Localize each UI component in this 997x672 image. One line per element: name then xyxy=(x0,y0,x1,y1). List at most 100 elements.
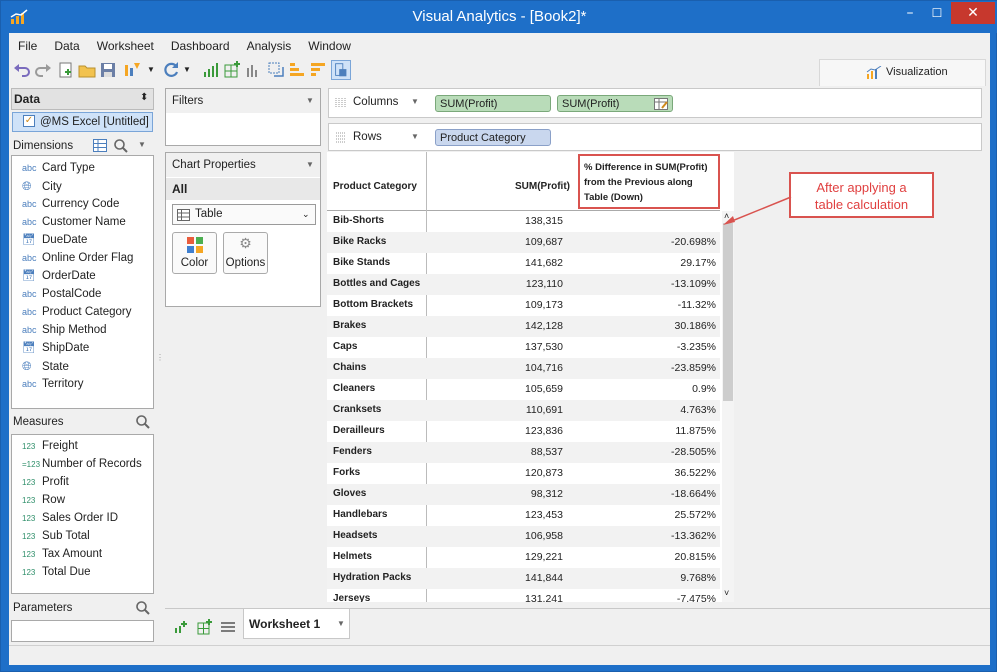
dimension-field[interactable]: abc Territory xyxy=(22,375,84,393)
new-icon[interactable] xyxy=(56,60,76,80)
dimension-field[interactable]: 📅︎ DueDate xyxy=(22,231,87,249)
rows-pill-product-category[interactable]: Product Category xyxy=(435,129,551,146)
sort-descending-icon[interactable] xyxy=(308,60,328,80)
dimension-field[interactable]: 📅︎ ShipDate xyxy=(22,339,89,357)
vertical-scrollbar[interactable]: ˄ ˅ xyxy=(722,211,734,602)
table-row[interactable]: Bottom Brackets 109,173 -11.32% xyxy=(327,295,720,316)
table-row[interactable]: Headsets 106,958 -13.362% xyxy=(327,526,720,547)
save-icon[interactable] xyxy=(98,60,118,80)
chevron-down-icon[interactable]: ▼ xyxy=(337,619,345,628)
redo-icon[interactable] xyxy=(33,60,53,80)
scrollbar-thumb[interactable] xyxy=(723,223,733,401)
menu-analysis[interactable]: Analysis xyxy=(238,37,300,55)
measure-field[interactable]: 123 Freight xyxy=(22,437,78,455)
chart-gray-icon[interactable] xyxy=(243,60,263,80)
filters-panel[interactable]: Filters ▼ xyxy=(165,88,321,146)
title-bar[interactable]: Visual Analytics - [Book2]* – ☐ ✕ xyxy=(1,1,997,33)
header-product-category[interactable]: Product Category xyxy=(333,181,417,192)
table-view-icon[interactable] xyxy=(93,139,107,152)
table-row[interactable]: Chains 104,716 -23.859% xyxy=(327,358,720,379)
measure-field[interactable]: 123 Sales Order ID xyxy=(22,509,118,527)
panel-menu-icon[interactable]: ⬍ xyxy=(140,92,148,103)
show-labels-icon[interactable] xyxy=(331,60,351,80)
visualization-tab[interactable]: Visualization xyxy=(819,59,986,86)
measure-field[interactable]: =123 Number of Records xyxy=(22,455,142,473)
table-row[interactable]: Caps 137,530 -3.235% xyxy=(327,337,720,358)
menu-window[interactable]: Window xyxy=(299,37,359,55)
table-row[interactable]: Bike Stands 141,682 29.17% xyxy=(327,253,720,274)
dimension-field[interactable]: abc Online Order Flag xyxy=(22,249,133,267)
header-percent-difference[interactable]: % Difference in SUM(Profit) from the Pre… xyxy=(578,154,720,209)
table-row[interactable]: Brakes 142,128 30.186% xyxy=(327,316,720,337)
chevron-down-icon[interactable]: ▼ xyxy=(306,96,314,105)
chevron-down-icon[interactable]: ▼ xyxy=(411,97,419,106)
open-folder-icon[interactable] xyxy=(77,60,97,80)
scroll-down-icon[interactable]: ˅ xyxy=(724,588,729,598)
measure-field[interactable]: 123 Total Due xyxy=(22,563,91,581)
bar-chart-icon[interactable] xyxy=(201,60,221,80)
dimension-field[interactable]: abc Product Category xyxy=(22,303,132,321)
sort-ascending-icon[interactable] xyxy=(287,60,307,80)
scope-all[interactable]: All xyxy=(166,178,320,200)
table-row[interactable]: Derailleurs 123,836 11.875% xyxy=(327,421,720,442)
dimension-field[interactable]: abc Ship Method xyxy=(22,321,107,339)
swap-icon[interactable] xyxy=(266,60,286,80)
dimension-field[interactable]: abc PostalCode xyxy=(22,285,101,303)
table-row[interactable]: Bottles and Cages 123,110 -13.109% xyxy=(327,274,720,295)
dimension-field[interactable]: 🌐︎ State xyxy=(22,357,69,375)
table-row[interactable]: Jerseys 131,241 -7.475% xyxy=(327,589,720,602)
measure-field[interactable]: 123 Profit xyxy=(22,473,69,491)
chevron-down-icon[interactable]: ▼ xyxy=(306,160,314,169)
new-dashboard-icon[interactable] xyxy=(197,619,213,635)
table-row[interactable]: Bike Racks 109,687 -20.698% xyxy=(327,232,720,253)
table-row[interactable]: Bib-Shorts 138,315 xyxy=(327,211,720,232)
measure-field[interactable]: 123 Row xyxy=(22,491,65,509)
table-row[interactable]: Forks 120,873 36.522% xyxy=(327,463,720,484)
chevron-down-icon[interactable]: ▼ xyxy=(411,132,419,141)
table-row[interactable]: Cleaners 105,659 0.9% xyxy=(327,379,720,400)
columns-pill-sum-profit[interactable]: SUM(Profit) xyxy=(435,95,551,112)
measure-field[interactable]: 123 Sub Total xyxy=(22,527,90,545)
data-panel-header[interactable]: Data ⬍ xyxy=(11,88,154,110)
checkbox-checked-icon[interactable]: ✓ xyxy=(23,115,35,127)
sheet-tab-worksheet-1[interactable]: Worksheet 1 ▼ xyxy=(243,609,350,639)
chevron-down-icon[interactable]: ▼ xyxy=(147,65,155,74)
chevron-down-icon[interactable]: ▼ xyxy=(183,65,191,74)
table-row[interactable]: Gloves 98,312 -18.664% xyxy=(327,484,720,505)
minimize-button[interactable]: – xyxy=(897,2,923,24)
columns-pill-sum-profit-table-calc[interactable]: SUM(Profit) xyxy=(557,95,673,112)
search-icon[interactable] xyxy=(113,138,129,154)
parameters-list[interactable] xyxy=(11,620,154,642)
search-icon[interactable] xyxy=(135,414,151,430)
data-source-item[interactable]: ✓ @MS Excel [Untitled] xyxy=(12,112,153,132)
options-button[interactable]: ⚙ Options xyxy=(223,232,268,274)
maximize-button[interactable]: ☐ xyxy=(924,2,950,24)
splitter-handle[interactable]: ⋮ xyxy=(156,353,164,362)
rows-shelf[interactable]: Rows ▼ Product Category xyxy=(328,123,982,151)
header-sum-profit[interactable]: SUM(Profit) xyxy=(515,181,570,192)
color-button[interactable]: Color xyxy=(172,232,217,274)
table-row[interactable]: Helmets 129,221 20.815% xyxy=(327,547,720,568)
menu-data[interactable]: Data xyxy=(45,37,87,55)
measure-field[interactable]: 123 Tax Amount xyxy=(22,545,102,563)
table-row[interactable]: Hydration Packs 141,844 9.768% xyxy=(327,568,720,589)
dimension-field[interactable]: 📅︎ OrderDate xyxy=(22,267,96,285)
menu-dashboard[interactable]: Dashboard xyxy=(162,37,238,55)
new-worksheet-icon[interactable] xyxy=(123,60,143,80)
table-row[interactable]: Cranksets 110,691 4.763% xyxy=(327,400,720,421)
dimension-field[interactable]: 🌐︎ City xyxy=(22,177,62,195)
chevron-down-icon[interactable]: ▼ xyxy=(138,140,146,149)
grid-add-icon[interactable] xyxy=(222,60,242,80)
close-button[interactable]: ✕ xyxy=(951,2,995,24)
menu-file[interactable]: File xyxy=(9,37,45,55)
dimension-field[interactable]: abc Customer Name xyxy=(22,213,126,231)
dimension-field[interactable]: abc Card Type xyxy=(22,159,95,177)
sheet-list-icon[interactable] xyxy=(221,621,235,633)
table-row[interactable]: Fenders 88,537 -28.505% xyxy=(327,442,720,463)
menu-worksheet[interactable]: Worksheet xyxy=(88,37,162,55)
chart-type-select[interactable]: Table ⌄ xyxy=(172,204,316,225)
search-icon[interactable] xyxy=(135,600,151,616)
new-worksheet-icon[interactable] xyxy=(174,620,188,634)
dimension-field[interactable]: abc Currency Code xyxy=(22,195,119,213)
refresh-icon[interactable] xyxy=(161,60,181,80)
